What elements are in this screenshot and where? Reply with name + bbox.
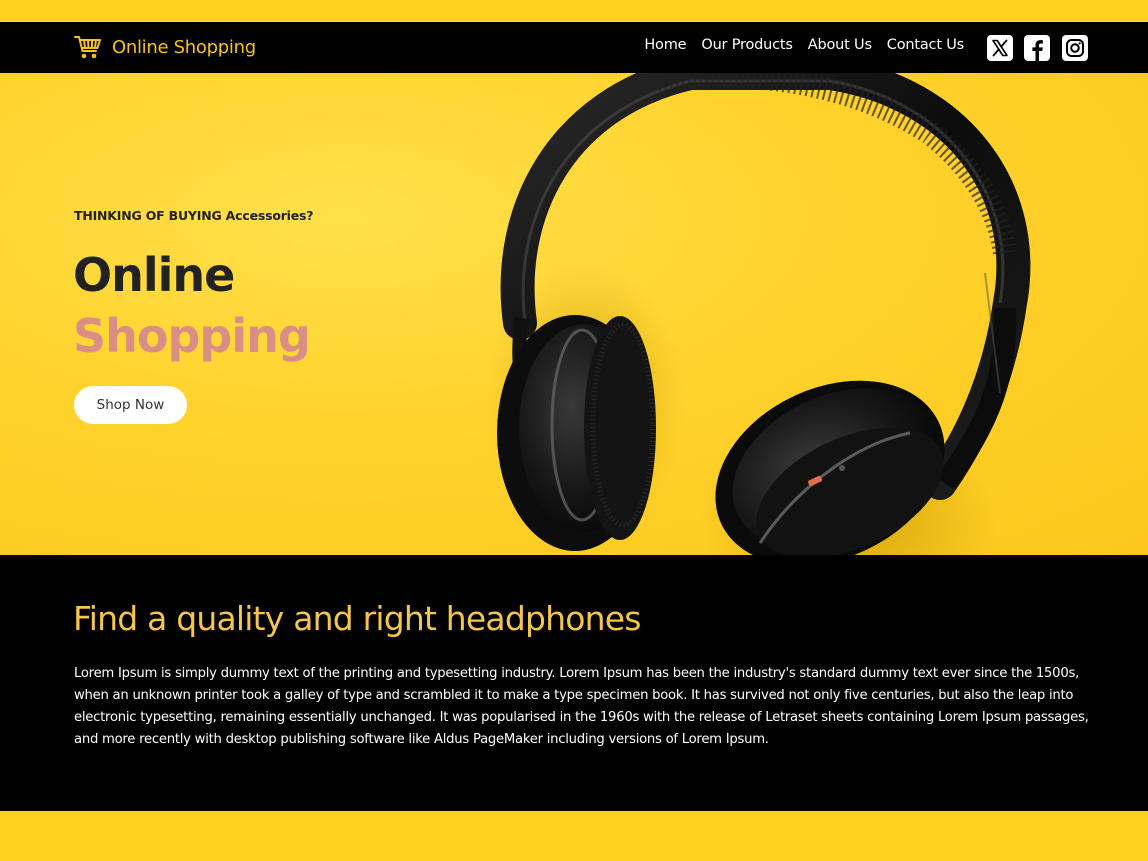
nav-link-contact-us[interactable]: Contact Us [887,37,964,53]
info-section: Find a quality and right headphones Lore… [0,555,1148,811]
nav-link-our-products[interactable]: Our Products [701,37,793,53]
brand-name: Online Shopping [112,36,256,58]
info-heading: Find a quality and right headphones [73,599,641,638]
navbar: Online Shopping Home Our Products About … [0,22,1148,73]
main-nav: Home Our Products About Us Contact Us [644,37,964,53]
hero-banner: THINKING OF BUYING Accessories? Online S… [0,73,1148,555]
nav-link-home[interactable]: Home [644,37,686,53]
brand-link[interactable]: Online Shopping [73,32,256,62]
shopping-cart-icon [74,36,101,59]
instagram-icon[interactable] [1062,35,1088,61]
hero-kicker: THINKING OF BUYING Accessories? [74,208,314,223]
x-twitter-icon[interactable] [987,35,1013,61]
facebook-icon[interactable] [1024,35,1050,61]
hero-title-line2: Shopping [73,309,311,363]
nav-link-about-us[interactable]: About Us [808,37,872,53]
hero-title-line1: Online [73,248,235,302]
info-paragraph: Lorem Ipsum is simply dummy text of the … [74,666,1089,747]
shop-now-button[interactable]: Shop Now [74,386,187,424]
